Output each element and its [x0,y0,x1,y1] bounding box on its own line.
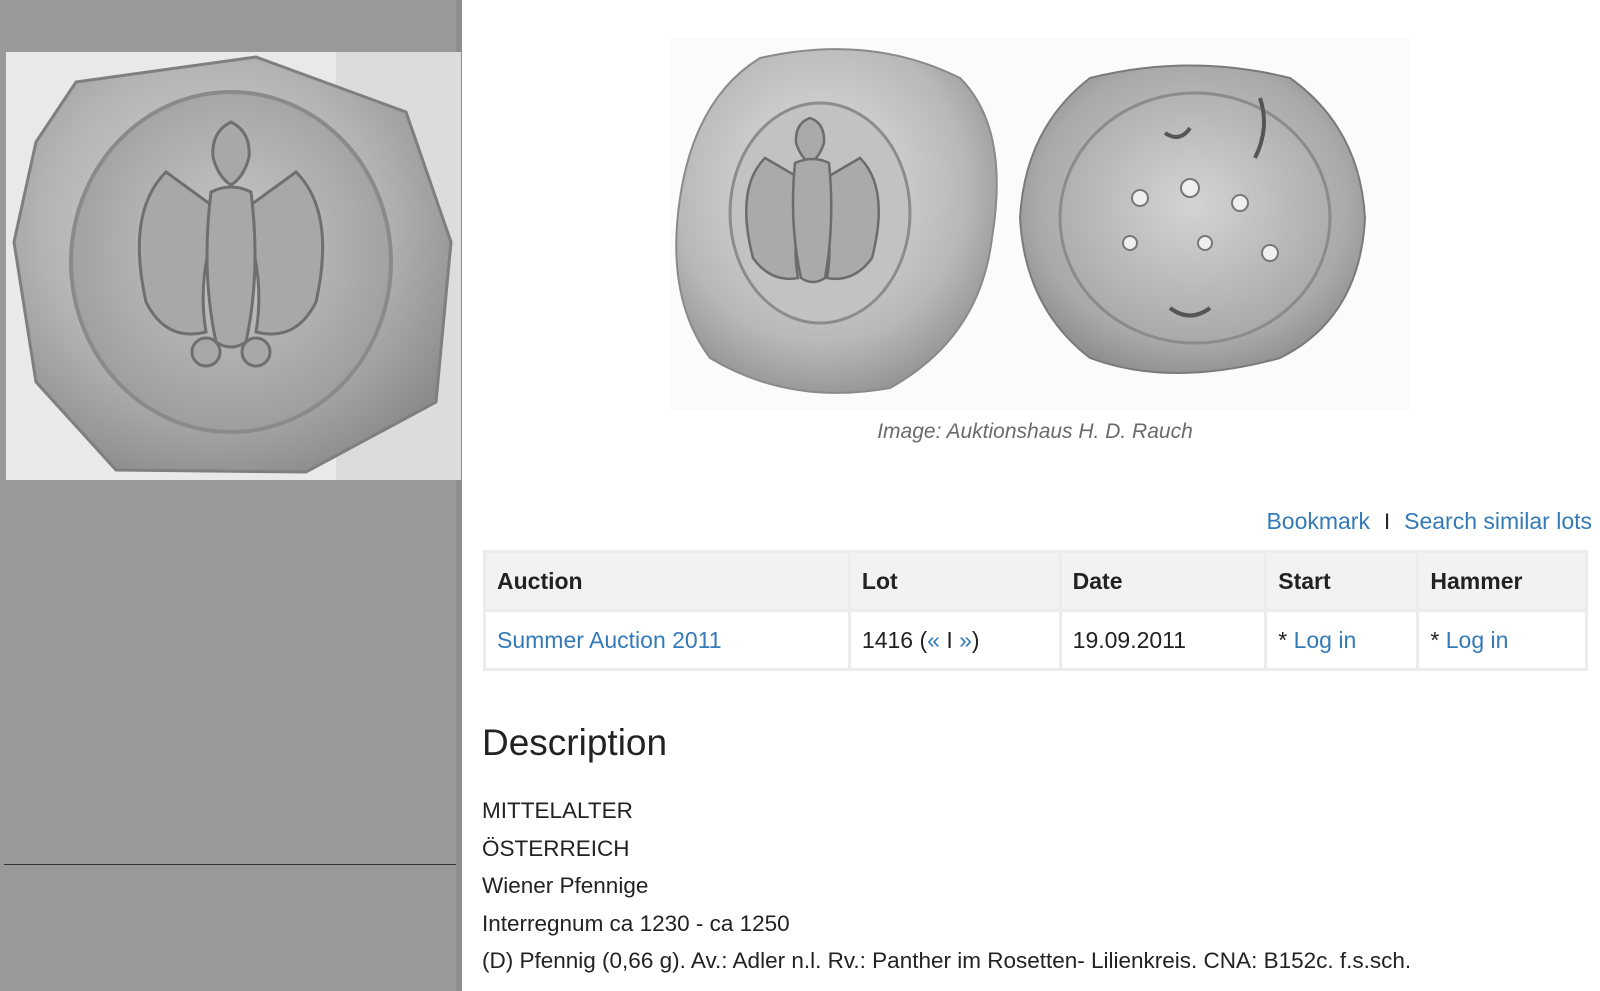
lot-actions: Bookmark I Search similar lots [1266,508,1592,535]
description-line: Interregnum ca 1230 - ca 1250 [482,910,790,936]
table-row: Summer Auction 2011 1416 (« I ») 19.09.2… [483,609,1588,671]
auction-link[interactable]: Summer Auction 2011 [497,627,722,653]
coin-reverse [1018,64,1367,374]
header-start: Start [1264,550,1420,612]
description-line: Wiener Pfennige [482,873,649,898]
coin-pair-image [670,38,1410,410]
search-similar-lots-link[interactable]: Search similar lots [1404,508,1592,535]
link-separator: I [1383,508,1391,534]
description-heading: Description [482,722,668,763]
description-line: ÖSTERREICH [482,835,630,861]
cell-start: * Log in [1264,609,1420,671]
bookmark-link[interactable]: Bookmark [1266,508,1370,535]
start-login-link[interactable]: Log in [1294,627,1357,653]
header-auction: Auction [483,550,851,612]
description-body: MITTELALTER ÖSTERREICH Wiener Pfennige I… [482,792,1411,980]
cell-lot: 1416 (« I ») [847,609,1062,671]
cell-date: 19.09.2011 [1058,609,1268,671]
header-date: Date [1058,550,1268,612]
coin-obverse [675,48,998,394]
cell-auction: Summer Auction 2011 [483,609,851,671]
cell-hammer: * Log in [1416,609,1588,671]
divider-line [4,864,456,865]
lot-nav-separator: I [946,626,953,653]
hammer-login-link[interactable]: Log in [1446,627,1509,653]
description-line: (D) Pfennig (0,66 g). Av.: Adler n.l. Rv… [482,948,1412,973]
start-prefix: * [1278,626,1294,653]
left-photo-panel [0,0,462,991]
image-credit: Image: Auktionshaus H. D. Rauch [877,420,1193,443]
auction-table: Auction Lot Date Start Hammer Summer Auc… [483,550,1588,671]
coin-photo-obverse [6,52,461,480]
previous-lot-link[interactable]: « [927,627,940,653]
header-hammer: Hammer [1416,550,1588,612]
lot-number: 1416 [861,626,914,653]
table-header-row: Auction Lot Date Start Hammer [483,550,1588,612]
header-lot: Lot [847,550,1062,612]
hammer-prefix: * [1430,626,1446,653]
next-lot-link[interactable]: » [959,627,972,653]
description-line: MITTELALTER [482,798,633,823]
